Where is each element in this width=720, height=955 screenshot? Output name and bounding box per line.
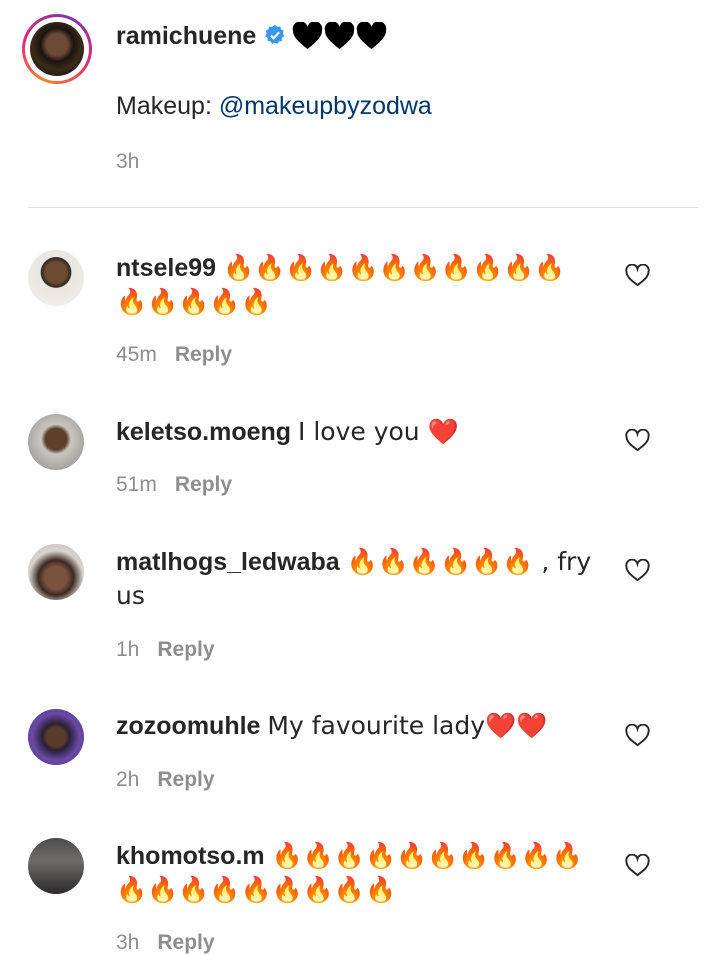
comment-body: matlhogs_ledwaba 🔥🔥🔥🔥🔥🔥 , fry us	[116, 545, 596, 613]
caption-section: ramichuene Makeup: @makeupbyzodwa 3h	[0, 0, 720, 209]
comment-text: I love you ❤️	[298, 417, 459, 446]
reply-button[interactable]: Reply	[175, 343, 232, 366]
author-avatar[interactable]	[22, 14, 92, 84]
comment-meta: 2h Reply	[116, 768, 215, 792]
reply-button[interactable]: Reply	[157, 931, 214, 954]
comment-body: ntsele99 🔥🔥🔥🔥🔥🔥🔥🔥🔥🔥🔥🔥🔥🔥🔥🔥	[116, 251, 596, 319]
comment-meta: 1h Reply	[116, 638, 215, 662]
black-heart-icon	[324, 22, 355, 50]
heart-outline-icon[interactable]	[625, 559, 650, 582]
comment-text: My favourite lady❤️❤️	[267, 711, 548, 740]
comment-username[interactable]: keletso.moeng	[116, 418, 291, 446]
comment-username[interactable]: khomotso.m	[116, 842, 265, 870]
comment-body: khomotso.m 🔥🔥🔥🔥🔥🔥🔥🔥🔥🔥🔥🔥🔥🔥🔥🔥🔥🔥🔥	[116, 839, 596, 907]
avatar[interactable]	[28, 709, 84, 765]
comment-meta: 45m Reply	[116, 343, 232, 367]
mention-link[interactable]: @makeupbyzodwa	[219, 92, 432, 120]
heart-outline-icon[interactable]	[625, 724, 650, 747]
divider	[28, 207, 698, 208]
comment-username[interactable]: zozoomuhle	[116, 712, 260, 740]
comment-username[interactable]: matlhogs_ledwaba	[116, 548, 340, 576]
black-hearts	[292, 22, 387, 50]
avatar[interactable]	[28, 414, 84, 470]
comment-username[interactable]: ntsele99	[116, 254, 216, 282]
black-heart-icon	[356, 22, 387, 50]
avatar[interactable]	[28, 250, 84, 306]
comment-time: 3h	[116, 931, 140, 954]
heart-outline-icon[interactable]	[625, 264, 650, 287]
comment-time: 51m	[116, 473, 157, 496]
avatar[interactable]	[28, 838, 84, 894]
reply-button[interactable]: Reply	[157, 638, 214, 661]
comment-body: zozoomuhle My favourite lady❤️❤️	[116, 709, 596, 743]
reply-button[interactable]: Reply	[157, 768, 214, 791]
comment-meta: 3h Reply	[116, 931, 215, 955]
caption-time: 3h	[116, 150, 140, 173]
caption-text: Makeup: @makeupbyzodwa	[116, 92, 432, 120]
comment-time: 45m	[116, 343, 157, 366]
reply-button[interactable]: Reply	[175, 473, 232, 496]
comment-meta: 51m Reply	[116, 473, 232, 497]
author-username[interactable]: ramichuene	[116, 22, 286, 51]
comment-body: keletso.moeng I love you ❤️	[116, 415, 596, 449]
black-heart-icon	[292, 22, 323, 50]
heart-outline-icon[interactable]	[625, 854, 650, 877]
avatar[interactable]	[28, 544, 84, 600]
comment-time: 1h	[116, 638, 140, 661]
comment-time: 2h	[116, 768, 140, 791]
heart-outline-icon[interactable]	[625, 429, 650, 452]
verified-badge-icon	[265, 24, 285, 44]
